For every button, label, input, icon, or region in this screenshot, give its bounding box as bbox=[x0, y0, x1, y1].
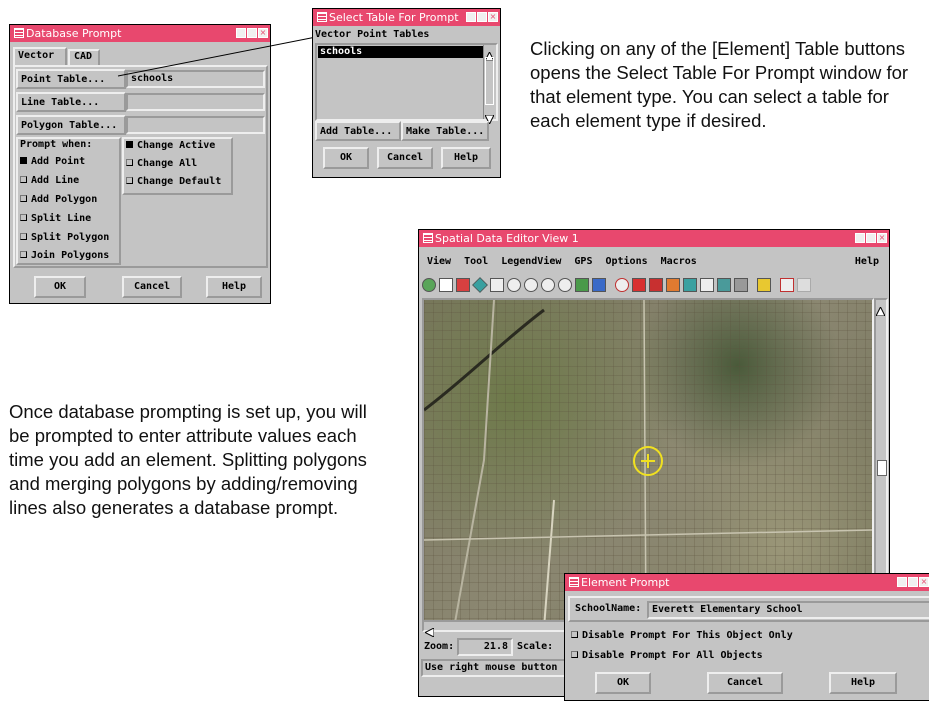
window-icon[interactable] bbox=[439, 278, 453, 292]
zoom-extents-icon[interactable] bbox=[575, 278, 589, 292]
list-item-label: schools bbox=[320, 46, 363, 57]
spatial-editor-titlebar[interactable]: Spatial Data Editor View 1 × bbox=[419, 230, 889, 247]
zoom-previous-icon[interactable] bbox=[558, 278, 572, 292]
cancel-label: Cancel bbox=[726, 677, 764, 688]
close-icon[interactable]: × bbox=[488, 12, 498, 22]
toolbar bbox=[422, 277, 884, 293]
cancel-label: Cancel bbox=[386, 152, 424, 163]
make-table-button[interactable]: Make Table... bbox=[401, 121, 489, 141]
gps-icon[interactable] bbox=[683, 278, 697, 292]
help-label: Help bbox=[453, 152, 479, 163]
window-menu-icon[interactable] bbox=[423, 233, 433, 243]
caption-top: Clicking on any of the [Element] Table b… bbox=[530, 38, 909, 131]
school-name-value: Everett Elementary School bbox=[652, 604, 803, 615]
pan-icon[interactable] bbox=[472, 277, 488, 293]
print-icon[interactable] bbox=[734, 278, 748, 292]
select-icon[interactable] bbox=[649, 278, 663, 292]
element-prompt-title: Element Prompt bbox=[581, 576, 670, 589]
zoom-field[interactable]: 21.8 bbox=[457, 638, 513, 656]
help-button[interactable]: Help bbox=[829, 672, 897, 694]
zoom-out-icon[interactable] bbox=[524, 278, 538, 292]
minimize-icon[interactable] bbox=[855, 233, 865, 243]
caption-bottom: Once database prompting is set up, you w… bbox=[9, 401, 367, 518]
disable-all-checkbox[interactable]: Disable Prompt For All Objects bbox=[571, 650, 763, 661]
select-table-window: Select Table For Prompt × Vector Point T… bbox=[312, 8, 501, 178]
disable-object-checkbox[interactable]: Disable Prompt For This Object Only bbox=[571, 630, 793, 641]
scroll-thumb[interactable] bbox=[877, 460, 887, 476]
redraw-icon[interactable] bbox=[422, 278, 436, 292]
maximize-icon[interactable] bbox=[866, 233, 876, 243]
spatial-editor-title: Spatial Data Editor View 1 bbox=[435, 232, 579, 245]
scroll-up-icon[interactable] bbox=[484, 46, 495, 62]
maximize-icon[interactable] bbox=[477, 12, 487, 22]
location-marker bbox=[633, 446, 663, 476]
zoom-value: 21.8 bbox=[483, 641, 508, 652]
menubar: View Tool LegendView GPS Options Macros bbox=[427, 256, 710, 267]
ok-button[interactable]: OK bbox=[323, 147, 369, 169]
tab-vector[interactable]: Vector bbox=[13, 47, 67, 65]
minimize-icon[interactable] bbox=[466, 12, 476, 22]
menu-view[interactable]: View bbox=[427, 256, 451, 267]
select-table-titlebar[interactable]: Select Table For Prompt × bbox=[313, 9, 500, 26]
menu-gps[interactable]: GPS bbox=[574, 256, 592, 267]
close-icon[interactable]: × bbox=[877, 233, 887, 243]
scale-label: Scale: bbox=[517, 641, 554, 652]
scroll-left-icon[interactable] bbox=[423, 622, 435, 641]
checkbox-unchecked-icon bbox=[571, 631, 578, 638]
maximize-icon[interactable] bbox=[908, 577, 918, 587]
layers-icon[interactable] bbox=[456, 278, 470, 292]
close-icon[interactable]: × bbox=[919, 577, 929, 587]
scroll-down-icon[interactable] bbox=[484, 109, 495, 126]
legend-icon[interactable] bbox=[666, 278, 680, 292]
measure-icon[interactable] bbox=[632, 278, 646, 292]
zoom-in-icon[interactable] bbox=[507, 278, 521, 292]
scroll-thumb[interactable] bbox=[485, 57, 494, 105]
cancel-button[interactable]: Cancel bbox=[377, 147, 433, 169]
school-name-label: SchoolName: bbox=[575, 603, 642, 614]
navigate-icon[interactable] bbox=[592, 278, 606, 292]
school-name-field[interactable]: Everett Elementary School bbox=[647, 601, 929, 619]
tools-icon[interactable] bbox=[717, 278, 731, 292]
ok-label: OK bbox=[339, 152, 353, 163]
window-menu-icon[interactable] bbox=[569, 577, 579, 587]
element-prompt-window: Element Prompt × SchoolName: Everett Ele… bbox=[564, 573, 929, 701]
menu-options[interactable]: Options bbox=[605, 256, 647, 267]
disable-object-label: Disable Prompt For This Object Only bbox=[582, 630, 793, 641]
search-icon[interactable] bbox=[615, 278, 629, 292]
add-table-label: Add Table... bbox=[320, 126, 393, 137]
map-vertical-scrollbar[interactable] bbox=[874, 298, 888, 620]
minimize-icon[interactable] bbox=[897, 577, 907, 587]
select-table-title: Select Table For Prompt bbox=[329, 11, 459, 24]
make-table-label: Make Table... bbox=[406, 126, 485, 137]
table-list[interactable]: schools bbox=[315, 43, 498, 126]
zoom-area-icon[interactable] bbox=[490, 278, 504, 292]
help-label: Help bbox=[850, 677, 876, 688]
list-header: Vector Point Tables bbox=[315, 29, 430, 40]
ok-label: OK bbox=[616, 677, 630, 688]
menu-legendview[interactable]: LegendView bbox=[501, 256, 561, 267]
checkbox-unchecked-icon bbox=[571, 651, 578, 658]
cancel-button[interactable]: Cancel bbox=[707, 672, 783, 694]
redo-icon[interactable] bbox=[797, 278, 811, 292]
status-text: Use right mouse button bbox=[425, 662, 558, 673]
disable-all-label: Disable Prompt For All Objects bbox=[582, 650, 763, 661]
undo-icon[interactable] bbox=[780, 278, 794, 292]
menu-help[interactable]: Help bbox=[855, 256, 879, 267]
list-item[interactable]: schools bbox=[318, 46, 484, 58]
ok-button[interactable]: OK bbox=[595, 672, 651, 694]
zoom-label: Zoom: bbox=[424, 641, 455, 652]
settings-icon[interactable] bbox=[757, 278, 771, 292]
cut-icon[interactable] bbox=[700, 278, 714, 292]
list-scrollbar[interactable] bbox=[483, 45, 496, 126]
help-button[interactable]: Help bbox=[441, 147, 491, 169]
window-menu-icon[interactable] bbox=[317, 12, 327, 22]
menu-tool[interactable]: Tool bbox=[464, 256, 488, 267]
tab-vector-label: Vector bbox=[18, 50, 55, 61]
scroll-up-icon[interactable] bbox=[875, 301, 886, 320]
element-prompt-titlebar[interactable]: Element Prompt × bbox=[565, 574, 929, 591]
menu-macros[interactable]: Macros bbox=[661, 256, 697, 267]
add-table-button[interactable]: Add Table... bbox=[315, 121, 401, 141]
zoom-full-icon[interactable] bbox=[541, 278, 555, 292]
